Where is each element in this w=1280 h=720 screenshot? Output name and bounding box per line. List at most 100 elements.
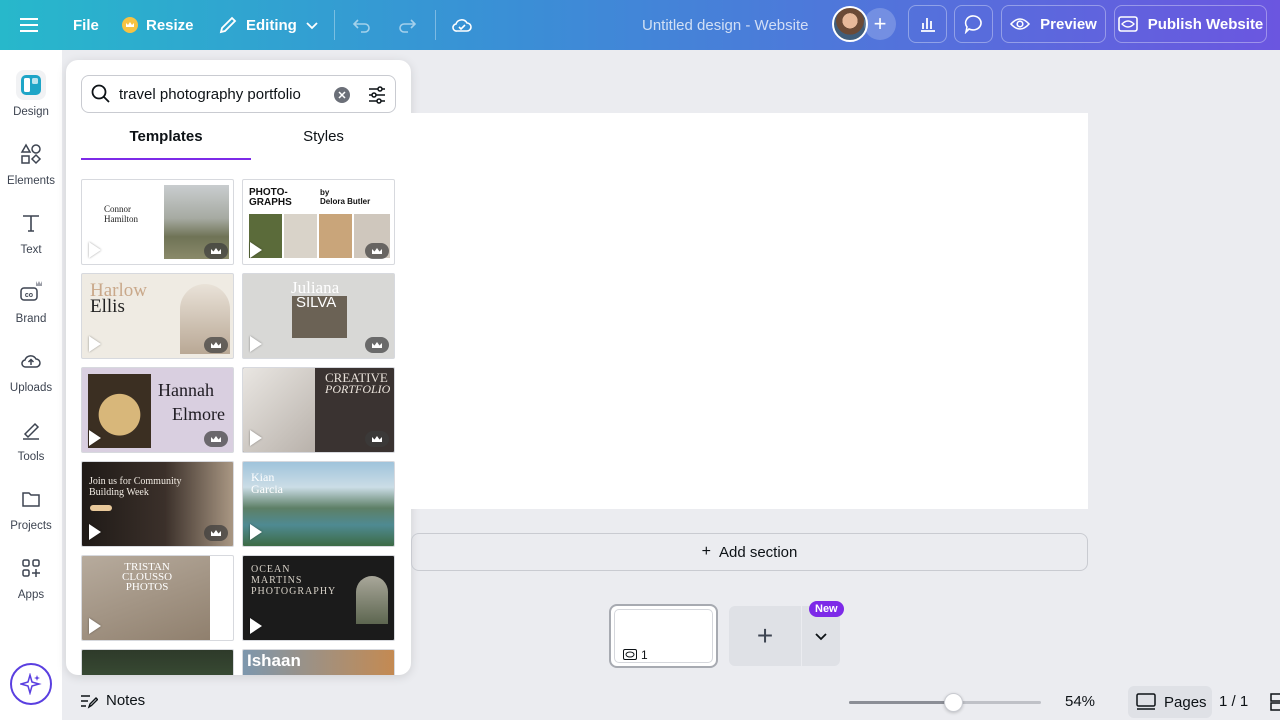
template-card[interactable]: Join us for Community Building Week xyxy=(81,461,234,547)
play-icon xyxy=(89,336,101,352)
template-title: Join us for Community Building Week xyxy=(89,476,182,498)
zoom-level[interactable]: 54% xyxy=(1065,693,1095,710)
rail-label: Tools xyxy=(17,451,45,463)
crown-icon xyxy=(365,431,389,447)
clear-search-button[interactable] xyxy=(334,87,350,103)
eye-icon xyxy=(623,649,637,660)
notes-icon xyxy=(81,694,98,709)
menu-button[interactable] xyxy=(20,0,40,50)
play-icon xyxy=(250,242,262,258)
filter-icon[interactable] xyxy=(367,85,387,105)
tab-templates[interactable]: Templates xyxy=(81,128,251,160)
insights-button[interactable] xyxy=(908,5,947,43)
rail-item-tools[interactable]: Tools xyxy=(0,415,62,475)
editing-mode-button[interactable]: Editing xyxy=(218,0,319,50)
document-title[interactable]: Untitled design - Website xyxy=(642,0,808,50)
apps-icon xyxy=(16,553,46,583)
play-icon xyxy=(89,430,101,446)
publish-label: Publish Website xyxy=(1147,15,1264,33)
pages-label: Pages xyxy=(1164,693,1207,711)
page-number: 1 xyxy=(641,648,648,662)
template-card[interactable]: Juliana SILVA xyxy=(242,273,395,359)
template-title: SILVA xyxy=(296,294,337,311)
search-input[interactable]: travel photography portfolio xyxy=(119,86,301,103)
add-collaborator-button[interactable]: + xyxy=(864,8,896,40)
search-box[interactable]: travel photography portfolio xyxy=(81,75,396,113)
crown-icon xyxy=(122,17,138,33)
template-card[interactable]: OCEAN MARTINS PHOTOGRAPHY xyxy=(242,555,395,641)
rail-label: Apps xyxy=(17,589,45,601)
template-card[interactable]: Kian Garcia xyxy=(242,461,395,547)
template-subtitle: by Delora Butler xyxy=(320,188,371,206)
template-card[interactable]: TRISTAN CLOUSSO PHOTOS xyxy=(81,555,234,641)
plus-icon: + xyxy=(701,543,711,560)
preview-button[interactable]: Preview xyxy=(1001,5,1106,43)
add-section-label: Add section xyxy=(718,543,798,561)
page-thumbnail[interactable]: 1 xyxy=(609,604,718,668)
template-card[interactable]: Ishaan xyxy=(242,649,395,675)
template-title: Hannah xyxy=(158,380,214,400)
rail-item-uploads[interactable]: Uploads xyxy=(0,346,62,406)
publish-website-button[interactable]: Publish Website xyxy=(1114,5,1267,43)
resize-button[interactable]: Resize xyxy=(122,0,194,50)
tools-icon xyxy=(16,415,46,445)
rail-item-text[interactable]: Text xyxy=(0,208,62,268)
template-card[interactable]: Hannah Elmore xyxy=(81,367,234,453)
pages-icon xyxy=(1136,693,1156,710)
rail-item-elements[interactable]: Elements xyxy=(0,139,62,199)
tab-styles[interactable]: Styles xyxy=(251,128,396,160)
comments-button[interactable] xyxy=(954,5,993,43)
template-title: PORTFOLIO xyxy=(325,382,391,396)
play-icon xyxy=(250,618,262,634)
add-page-button[interactable]: + xyxy=(729,606,801,666)
template-title: PHOTO- GRAPHS xyxy=(249,187,292,208)
elements-icon xyxy=(16,139,46,169)
design-canvas[interactable] xyxy=(411,113,1088,509)
page-count: 1 / 1 xyxy=(1219,693,1249,710)
template-card[interactable]: Connor Hamilton xyxy=(81,179,234,265)
template-title: TRISTAN CLOUSSO PHOTOS xyxy=(122,561,173,593)
publish-icon xyxy=(1117,16,1138,32)
add-section-button[interactable]: + Add section xyxy=(411,533,1088,571)
magic-assistant-button[interactable] xyxy=(10,663,52,705)
template-photo xyxy=(356,576,388,624)
template-card[interactable] xyxy=(81,649,234,675)
play-icon xyxy=(89,618,101,634)
undo-button[interactable] xyxy=(352,0,372,50)
eye-icon xyxy=(1010,18,1031,30)
template-card[interactable]: PHOTO- GRAPHS by Delora Butler xyxy=(242,179,395,265)
pages-button[interactable]: Pages xyxy=(1128,686,1212,718)
crown-icon xyxy=(204,431,228,447)
tab-label: Templates xyxy=(129,128,203,145)
uploads-icon xyxy=(16,346,46,376)
projects-icon xyxy=(16,484,46,514)
redo-icon xyxy=(399,19,417,33)
rail-item-design[interactable]: Design xyxy=(0,70,62,130)
avatar[interactable] xyxy=(832,6,868,42)
pencil-icon xyxy=(219,16,237,34)
rail-item-apps[interactable]: Apps xyxy=(0,553,62,613)
rail-label: Brand xyxy=(15,313,47,325)
grid-view-icon[interactable] xyxy=(1270,693,1280,711)
zoom-slider-handle[interactable] xyxy=(944,693,963,712)
template-card[interactable]: CREATIVE PORTFOLIO xyxy=(242,367,395,453)
chevron-down-icon xyxy=(306,22,318,30)
left-rail: Design Elements Text co Brand Uploads To… xyxy=(0,50,62,720)
template-title: Connor Hamilton xyxy=(104,204,138,224)
tab-label: Styles xyxy=(303,128,344,145)
panel-tabs: Templates Styles xyxy=(81,128,396,160)
template-card[interactable]: Harlow Ellis xyxy=(81,273,234,359)
hamburger-icon xyxy=(20,18,38,32)
rail-item-projects[interactable]: Projects xyxy=(0,484,62,544)
plus-icon: + xyxy=(756,620,774,651)
rail-item-brand[interactable]: co Brand xyxy=(0,277,62,337)
undo-icon xyxy=(352,19,370,33)
redo-button[interactable] xyxy=(397,0,417,50)
cloud-save-button[interactable] xyxy=(451,0,473,50)
play-icon xyxy=(250,430,262,446)
zoom-slider[interactable] xyxy=(849,693,1041,712)
preview-label: Preview xyxy=(1040,15,1097,33)
file-menu-button[interactable]: File xyxy=(73,0,99,50)
notes-button[interactable]: Notes xyxy=(80,692,145,709)
rail-label: Text xyxy=(20,244,42,256)
